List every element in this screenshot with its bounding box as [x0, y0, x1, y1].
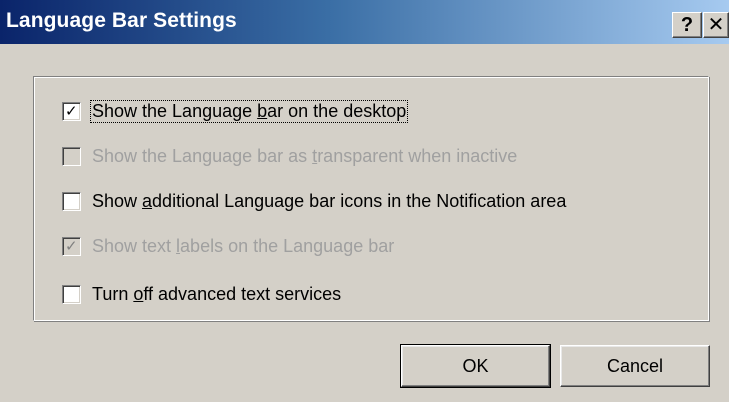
option-text-labels: ✓ Show text labels on the Language bar — [62, 234, 395, 258]
help-icon: ? — [680, 14, 694, 36]
option-turn-off-text-services[interactable]: Turn off advanced text services — [62, 282, 342, 306]
turn-off-text-services-label[interactable]: Turn off advanced text services — [91, 284, 342, 305]
ok-button[interactable]: OK — [400, 344, 551, 388]
check-icon: ✓ — [65, 236, 78, 255]
transparent-when-inactive-label: Show the Language bar as transparent whe… — [92, 145, 518, 166]
turn-off-text-services-checkbox[interactable] — [62, 284, 81, 304]
transparent-when-inactive-checkbox — [62, 146, 81, 166]
option-additional-icons[interactable]: Show additional Language bar icons in th… — [62, 189, 567, 213]
text-labels-label: Show text labels on the Language bar — [92, 235, 395, 256]
cancel-button[interactable]: Cancel — [560, 345, 710, 387]
additional-icons-checkbox[interactable] — [62, 191, 81, 211]
help-button[interactable]: ? — [672, 12, 702, 38]
additional-icons-label[interactable]: Show additional Language bar icons in th… — [91, 191, 567, 212]
show-language-bar-label[interactable]: Show the Language bar on the desktop — [89, 99, 409, 123]
close-icon: ✕ — [707, 14, 725, 36]
option-show-language-bar[interactable]: ✓ Show the Language bar on the desktop — [62, 99, 409, 123]
option-transparent-when-inactive: Show the Language bar as transparent whe… — [62, 144, 518, 168]
show-language-bar-checkbox[interactable]: ✓ — [62, 101, 81, 121]
title-bar: Language Bar Settings ? ✕ — [0, 0, 729, 44]
close-button[interactable]: ✕ — [703, 12, 729, 38]
window-title: Language Bar Settings — [6, 9, 237, 32]
text-labels-checkbox: ✓ — [62, 236, 81, 256]
check-icon: ✓ — [65, 101, 78, 120]
